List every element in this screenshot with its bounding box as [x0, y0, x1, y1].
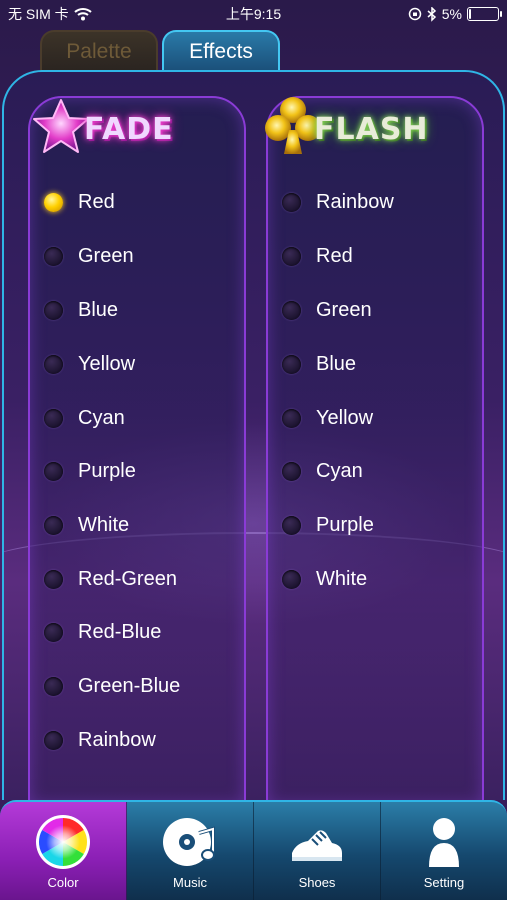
nav-color-label: Color — [47, 875, 79, 890]
option-label: Red-Blue — [78, 620, 162, 643]
orientation-lock-icon — [408, 7, 422, 21]
radio-icon — [282, 300, 301, 320]
fade-title: FADE — [84, 112, 174, 147]
radio-icon — [44, 730, 63, 750]
option-label: Cyan — [78, 406, 125, 429]
radio-icon — [44, 300, 63, 320]
radio-icon — [282, 408, 301, 428]
radio-icon — [282, 515, 301, 535]
option-label: White — [78, 513, 130, 536]
nav-shoes[interactable]: Shoes — [254, 802, 381, 900]
battery-icon — [467, 7, 502, 21]
nav-music-label: Music — [173, 875, 207, 890]
wifi-icon — [74, 8, 92, 21]
tab-palette[interactable]: Palette — [40, 30, 158, 72]
option-label: Rainbow — [78, 728, 156, 751]
person-icon — [429, 818, 459, 867]
nav-music[interactable]: Music — [127, 802, 254, 900]
flash-option-red[interactable]: Red — [282, 236, 353, 276]
radio-icon — [44, 515, 63, 535]
shoe-icon — [292, 830, 342, 861]
option-label: Green-Blue — [78, 674, 181, 697]
radio-icon — [44, 461, 63, 481]
option-label: Purple — [316, 513, 374, 536]
radio-icon — [282, 461, 301, 481]
fade-option-red-blue[interactable]: Red-Blue — [44, 612, 161, 652]
radio-icon — [282, 569, 301, 589]
flash-option-white[interactable]: White — [282, 559, 367, 599]
star-icon — [33, 99, 89, 153]
fade-option-rainbow[interactable]: Rainbow — [44, 720, 156, 760]
flash-option-blue[interactable]: Blue — [282, 344, 356, 384]
nav-shoes-label: Shoes — [298, 875, 336, 890]
fade-option-blue[interactable]: Blue — [44, 290, 118, 330]
flash-option-purple[interactable]: Purple — [282, 505, 374, 545]
color-wheel-icon — [36, 815, 90, 869]
radio-icon — [44, 246, 63, 266]
option-label: Cyan — [316, 459, 363, 482]
radio-icon — [44, 676, 63, 696]
option-label: Blue — [316, 352, 357, 375]
flash-title: FLASH — [314, 112, 429, 147]
fade-option-yellow[interactable]: Yellow — [44, 344, 135, 384]
status-right: 5% — [408, 6, 502, 22]
fade-option-red-green[interactable]: Red-Green — [44, 559, 177, 599]
tab-effects[interactable]: Effects — [162, 30, 280, 72]
radio-icon — [44, 569, 63, 589]
fade-option-cyan[interactable]: Cyan — [44, 398, 125, 438]
nav-color[interactable]: Color — [0, 802, 127, 900]
flash-option-yellow[interactable]: Yellow — [282, 398, 373, 438]
option-label: Red — [316, 244, 353, 267]
fade-header: FADE — [30, 92, 240, 162]
carrier-label: 无 SIM 卡 — [8, 6, 69, 22]
option-label: Yellow — [78, 352, 136, 375]
status-bar: 无 SIM 卡 上午9:15 5% — [0, 0, 507, 28]
radio-icon — [44, 354, 63, 374]
fade-option-white[interactable]: White — [44, 505, 129, 545]
option-label: Rainbow — [316, 190, 394, 213]
flash-option-green[interactable]: Green — [282, 290, 372, 330]
fade-option-green-blue[interactable]: Green-Blue — [44, 666, 180, 706]
bluetooth-icon — [427, 6, 436, 22]
option-label: Purple — [78, 459, 136, 482]
option-label: Green — [78, 244, 134, 267]
option-label: Green — [316, 298, 372, 321]
flash-header: FLASH — [262, 92, 472, 162]
music-disc-icon — [163, 818, 215, 866]
fade-option-red[interactable]: Red — [44, 182, 115, 222]
radio-icon — [282, 246, 301, 266]
radio-icon — [282, 354, 301, 374]
bottom-nav: Color Music Shoes Setting — [0, 800, 507, 900]
fade-option-purple[interactable]: Purple — [44, 451, 136, 491]
radio-selected-icon — [44, 192, 63, 212]
option-label: White — [316, 567, 368, 590]
option-label: Red — [78, 190, 115, 213]
fade-option-green[interactable]: Green — [44, 236, 134, 276]
nav-setting-label: Setting — [423, 875, 465, 890]
radio-icon — [44, 622, 63, 642]
flash-option-cyan[interactable]: Cyan — [282, 451, 363, 491]
radio-icon — [282, 192, 301, 212]
flash-option-rainbow[interactable]: Rainbow — [282, 182, 394, 222]
radio-icon — [44, 408, 63, 428]
effects-panel: FADE FLASH Red Green Blue Yellow Cyan Pu… — [2, 70, 505, 800]
option-label: Yellow — [316, 406, 374, 429]
nav-setting[interactable]: Setting — [381, 802, 507, 900]
option-label: Red-Green — [78, 567, 177, 590]
status-left: 无 SIM 卡 — [8, 4, 92, 24]
option-label: Blue — [78, 298, 119, 321]
battery-percent: 5% — [441, 6, 462, 22]
